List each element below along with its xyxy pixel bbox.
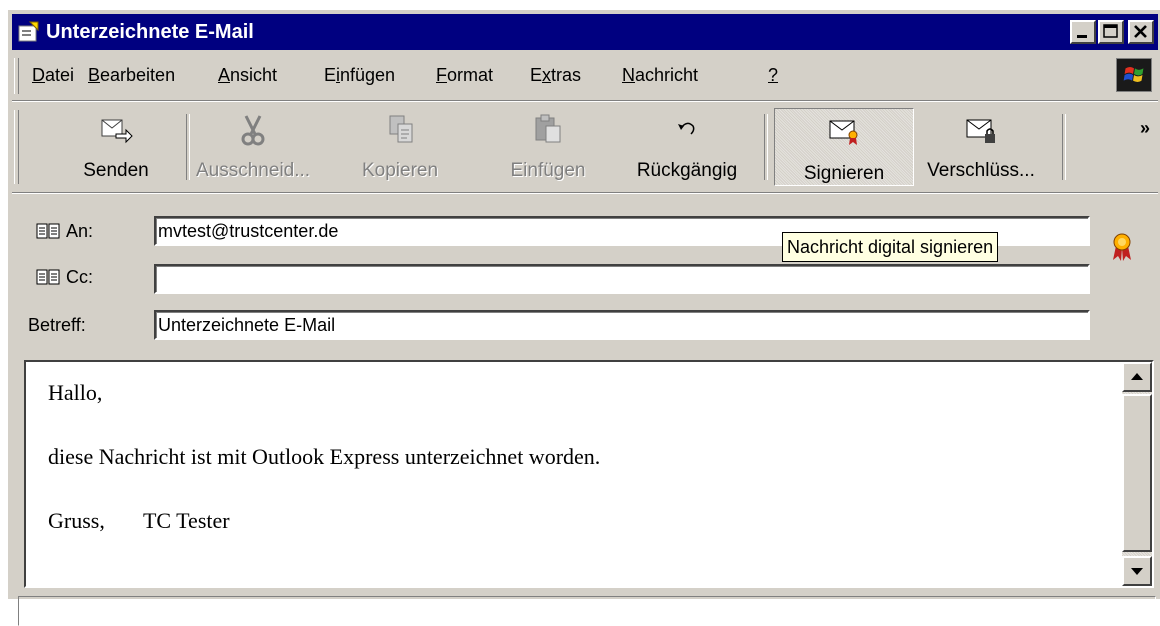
sign-envelope-icon: [829, 120, 858, 145]
menu-bearbeiten[interactable]: Bearbeiten: [88, 64, 175, 86]
menu-bar: Datei Bearbeiten Ansicht Einfügen Format…: [12, 54, 1158, 98]
body-greeting: Hallo,: [48, 380, 103, 405]
sign-label: Signieren: [803, 163, 885, 184]
sign-button[interactable]: Signieren: [774, 108, 914, 186]
send-button[interactable]: Senden: [64, 108, 168, 186]
menu-ansicht[interactable]: Ansicht: [218, 64, 277, 86]
scissors-icon: [241, 115, 265, 146]
minimize-icon: [1077, 35, 1087, 38]
minimize-button[interactable]: [1070, 20, 1096, 44]
menu-nachricht[interactable]: Nachricht: [622, 64, 698, 86]
menu-datei[interactable]: Datei: [32, 64, 74, 86]
cc-input[interactable]: [154, 264, 1090, 294]
mail-compose-icon: [18, 21, 39, 42]
cc-label: Cc:: [66, 267, 93, 287]
toolbar-grip[interactable]: [14, 110, 19, 184]
scroll-up-button[interactable]: [1122, 362, 1152, 392]
encrypt-button[interactable]: Verschlüss...: [914, 108, 1048, 186]
scroll-down-button[interactable]: [1122, 556, 1152, 586]
toolbar-separator: [1062, 114, 1066, 180]
to-field-label: An:: [36, 220, 93, 242]
paste-icon: [535, 114, 561, 143]
menu-einfuegen[interactable]: Einfügen: [324, 64, 395, 86]
sign-tooltip: Nachricht digital signieren: [782, 232, 999, 262]
toolbar-overflow-button[interactable]: »: [1140, 118, 1150, 139]
toolbar-header-divider: [12, 192, 1158, 194]
windows-logo-icon: [1116, 58, 1152, 92]
toolbar-separator: [764, 114, 768, 180]
paste-label: Einfügen: [510, 160, 586, 181]
send-icon: [101, 119, 133, 144]
maximize-icon: [1103, 24, 1118, 38]
window-title: Unterzeichnete E-Mail: [46, 21, 254, 43]
body-content: diese Nachricht ist mit Outlook Express …: [48, 444, 601, 469]
vertical-scrollbar[interactable]: [1122, 362, 1152, 586]
copy-icon: [389, 115, 413, 143]
cut-label: Ausschneid...: [196, 160, 311, 181]
encrypt-label: Verschlüss...: [927, 160, 1035, 181]
compose-window: Unterzeichnete E-Mail Datei Bearbeiten A…: [6, 8, 1160, 626]
subject-field-label: Betreff:: [28, 314, 86, 336]
cc-field-label: Cc:: [36, 266, 93, 288]
address-book-icon[interactable]: [36, 222, 60, 240]
close-icon: [1134, 25, 1147, 38]
encrypt-envelope-icon: [966, 119, 995, 143]
subject-input[interactable]: Unterzeichnete E-Mail: [154, 310, 1090, 340]
menu-help[interactable]: ?: [768, 64, 778, 86]
certificate-ribbon-icon: [1113, 233, 1131, 261]
close-button[interactable]: [1128, 20, 1154, 44]
status-bar: [12, 596, 1158, 626]
toolbar-separator: [186, 114, 190, 180]
toolbar: Senden Ausschneid... Kopieren Einfügen R…: [12, 104, 1158, 190]
maximize-button[interactable]: [1098, 20, 1124, 44]
menu-extras[interactable]: Extras: [530, 64, 581, 86]
title-bar[interactable]: Unterzeichnete E-Mail: [12, 14, 1158, 50]
undo-button[interactable]: Rückgängig: [620, 108, 754, 186]
arrow-up-icon: [1131, 373, 1143, 380]
menu-toolbar-divider: [12, 100, 1158, 102]
subject-label: Betreff:: [28, 315, 86, 335]
menu-format[interactable]: Format: [436, 64, 493, 86]
undo-label: Rückgängig: [636, 160, 738, 181]
menu-grip[interactable]: [14, 58, 19, 94]
send-label: Senden: [83, 160, 149, 181]
copy-label: Kopieren: [361, 160, 439, 181]
message-body[interactable]: Hallo, diese Nachricht ist mit Outlook E…: [24, 360, 1154, 588]
arrow-down-icon: [1131, 568, 1143, 575]
address-book-icon[interactable]: [36, 268, 60, 286]
status-pane: [18, 596, 1156, 626]
to-label: An:: [66, 221, 94, 241]
paste-button[interactable]: Einfügen: [498, 108, 598, 186]
cut-button[interactable]: Ausschneid...: [196, 108, 310, 186]
scroll-thumb[interactable]: [1122, 394, 1152, 552]
copy-button[interactable]: Kopieren: [350, 108, 450, 186]
undo-icon: [678, 122, 695, 135]
body-signature: Gruss, TC Tester: [48, 508, 230, 533]
